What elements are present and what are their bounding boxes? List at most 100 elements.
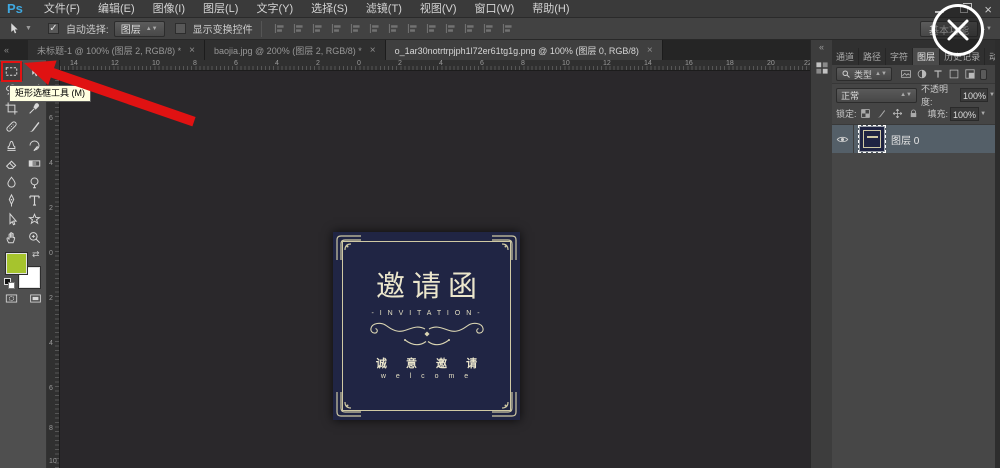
menu-item[interactable]: 编辑(E) (89, 0, 144, 18)
type-tool[interactable] (23, 192, 46, 211)
filter-kind-dropdown[interactable]: 类型 ▲▼ (836, 67, 892, 81)
foreground-color-swatch[interactable] (6, 253, 27, 274)
panel-tab-通道[interactable]: 通道 (832, 48, 859, 65)
panel-tab-图层[interactable]: 图层 (913, 48, 940, 65)
close-icon[interactable]: × (984, 3, 992, 16)
align-bottom-edges-icon[interactable] (310, 21, 325, 36)
shape-filter-icon[interactable] (948, 68, 960, 80)
hand-tool[interactable] (0, 229, 23, 248)
ruler-number: 10 (152, 60, 160, 67)
tab-close-icon[interactable]: × (647, 45, 653, 56)
menu-item[interactable]: 图像(I) (144, 0, 194, 18)
horizontal-ruler[interactable]: 14121086420246810121416182022 (60, 60, 810, 71)
dodge-tool[interactable] (23, 173, 46, 192)
menu-item[interactable]: 文字(Y) (247, 0, 302, 18)
fill-value[interactable]: 100% (950, 107, 979, 121)
ruler-number: 2 (316, 60, 320, 67)
tool-tooltip: 矩形选框工具 (M) (9, 85, 91, 102)
ruler-corner (47, 60, 60, 71)
layer-visibility-toggle[interactable] (832, 125, 854, 153)
align-horizontal-centers-icon[interactable] (348, 21, 363, 36)
brush-tool[interactable] (23, 118, 46, 137)
screen-mode-icon[interactable] (28, 292, 43, 310)
clone-stamp-tool[interactable] (0, 136, 23, 155)
distribute-vertical-centers-icon[interactable] (405, 21, 420, 36)
vertical-ruler[interactable]: 86420246810 (47, 71, 60, 468)
pen-tool[interactable] (0, 192, 23, 211)
tab-close-icon[interactable]: × (189, 45, 195, 56)
align-left-edges-icon[interactable] (329, 21, 344, 36)
show-transform-checkbox[interactable] (175, 23, 186, 34)
swatches-panel-icon[interactable] (814, 60, 830, 76)
menu-item[interactable]: 选择(S) (302, 0, 357, 18)
align-right-edges-icon[interactable] (367, 21, 382, 36)
auto-align-layers-icon[interactable] (500, 21, 515, 36)
gradient-tool[interactable] (23, 155, 46, 174)
lock-pixels-icon[interactable] (876, 108, 888, 120)
tab-title: 未标题-1 @ 100% (图层 2, RGB/8) * (37, 44, 181, 57)
ruler-number: 2 (49, 295, 53, 302)
blur-tool[interactable] (0, 173, 23, 192)
menu-item[interactable]: 帮助(H) (523, 0, 578, 18)
menu-item[interactable]: 滤镜(T) (357, 0, 411, 18)
lock-all-icon[interactable] (908, 108, 920, 120)
type-filter-icon[interactable] (932, 68, 944, 80)
default-colors-icon[interactable] (4, 278, 15, 289)
distribute-right-edges-icon[interactable] (481, 21, 496, 36)
distribute-left-edges-icon[interactable] (443, 21, 458, 36)
ornament-corner-icon (492, 392, 518, 418)
ruler-number: 0 (49, 250, 53, 257)
dock-collapse-icon[interactable]: « (0, 40, 28, 60)
lock-transparent-icon[interactable] (860, 108, 872, 120)
document-tab[interactable]: o_1ar30notrtrpjph1l72er61tg1g.png @ 100%… (386, 40, 663, 60)
distribute-horizontal-centers-icon[interactable] (462, 21, 477, 36)
filter-toggle[interactable] (980, 69, 987, 80)
layer-thumbnail[interactable] (859, 126, 885, 152)
tab-close-icon[interactable]: × (370, 45, 376, 56)
move-tool-icon[interactable] (6, 21, 24, 36)
move-tool[interactable] (23, 62, 46, 81)
tool-preset-dropdown-icon[interactable]: ▼ (25, 25, 32, 32)
opacity-value[interactable]: 100% (960, 88, 988, 102)
document-tab[interactable]: baojia.jpg @ 200% (图层 2, RGB/8) * × (205, 40, 386, 60)
tool-palette: ⇄ (0, 60, 47, 468)
lock-row: 锁定: 填充: 100% ▼ (832, 105, 995, 122)
menu-item[interactable]: 文件(F) (35, 0, 89, 18)
pixel-filter-icon[interactable] (900, 68, 912, 80)
ruler-number: 10 (49, 458, 57, 465)
fill-dropdown-icon[interactable]: ▼ (980, 111, 986, 117)
panel-tab-字符[interactable]: 字符 (886, 48, 913, 65)
collapse-panels-icon[interactable]: « (811, 42, 832, 52)
path-selection-tool[interactable] (0, 210, 23, 229)
quick-mask-icon[interactable] (4, 292, 19, 310)
zoom-tool[interactable] (23, 229, 46, 248)
lock-position-icon[interactable] (892, 108, 904, 120)
menu-item[interactable]: 图层(L) (194, 0, 247, 18)
align-top-edges-icon[interactable] (272, 21, 287, 36)
align-vertical-centers-icon[interactable] (291, 21, 306, 36)
auto-select-checkbox[interactable]: ✓ (48, 23, 59, 34)
right-edge-strip (995, 40, 1000, 468)
invitation-document[interactable]: 邀请函 - I N V I T A T I O N - 诚 意 邀 请 w e … (333, 232, 520, 420)
menu-items: 文件(F)编辑(E)图像(I)图层(L)文字(Y)选择(S)滤镜(T)视图(V)… (35, 0, 579, 18)
document-tab[interactable]: 未标题-1 @ 100% (图层 2, RGB/8) * × (28, 40, 205, 60)
smart-object-filter-icon[interactable] (964, 68, 976, 80)
layer-row[interactable]: 图层 0 (832, 125, 995, 153)
swap-colors-icon[interactable]: ⇄ (32, 249, 40, 260)
tab-title: o_1ar30notrtrpjph1l72er61tg1g.png @ 100%… (395, 44, 639, 57)
eraser-tool[interactable] (0, 155, 23, 174)
distribute-bottom-edges-icon[interactable] (424, 21, 439, 36)
distribute-top-edges-icon[interactable] (386, 21, 401, 36)
menu-item[interactable]: 窗口(W) (466, 0, 524, 18)
tab-title: baojia.jpg @ 200% (图层 2, RGB/8) * (214, 44, 362, 57)
auto-select-target-dropdown[interactable]: 图层 ▲▼ (114, 21, 165, 37)
spot-healing-brush-tool[interactable] (0, 118, 23, 137)
menu-item[interactable]: 视图(V) (411, 0, 466, 18)
adjustment-filter-icon[interactable] (916, 68, 928, 80)
blend-mode-dropdown[interactable]: 正常 ▲▼ (836, 88, 917, 103)
custom-shape-tool[interactable] (23, 210, 46, 229)
panel-tab-路径[interactable]: 路径 (859, 48, 886, 65)
canvas-pasteboard[interactable]: 邀请函 - I N V I T A T I O N - 诚 意 邀 请 w e … (60, 71, 810, 468)
layer-list: 图层 0 (832, 124, 995, 468)
history-brush-tool[interactable] (23, 136, 46, 155)
